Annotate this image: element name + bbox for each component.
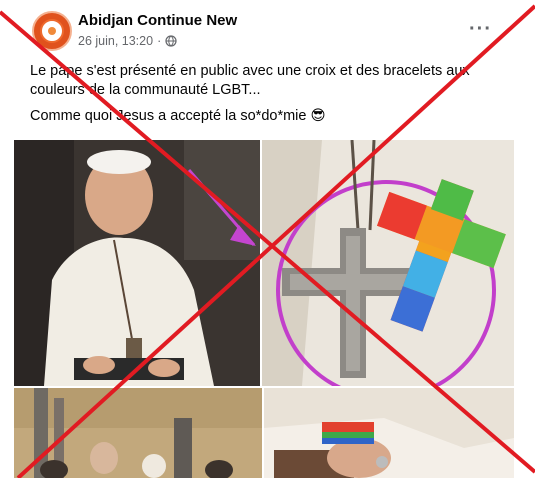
- more-options-button[interactable]: ···: [469, 18, 492, 41]
- photo-bracelet[interactable]: [264, 388, 514, 478]
- photo-cross-closeup[interactable]: [262, 140, 514, 386]
- facebook-post: Abidjan Continue New 26 juin, 13:20 · ··…: [14, 0, 514, 478]
- photo-crowd[interactable]: [14, 388, 262, 478]
- globe-icon: [165, 35, 177, 47]
- post-text-line-1: Le pape s'est présenté en public avec un…: [30, 63, 470, 98]
- photo-pope-public[interactable]: [14, 140, 260, 386]
- post-meta: 26 juin, 13:20 ·: [78, 34, 177, 48]
- photo-grid: [14, 140, 514, 478]
- meta-separator: ·: [157, 34, 162, 48]
- post-text-line-2: Comme quoi Jesus a accepté la so*do*mie …: [30, 108, 326, 124]
- page-name-link[interactable]: Abidjan Continue New: [78, 12, 237, 29]
- post-timestamp[interactable]: 26 juin, 13:20: [78, 34, 153, 48]
- page-avatar[interactable]: [32, 11, 72, 51]
- post-text: Le pape s'est présenté en public avec un…: [30, 62, 500, 133]
- post-header: Abidjan Continue New 26 juin, 13:20 · ··…: [14, 0, 514, 60]
